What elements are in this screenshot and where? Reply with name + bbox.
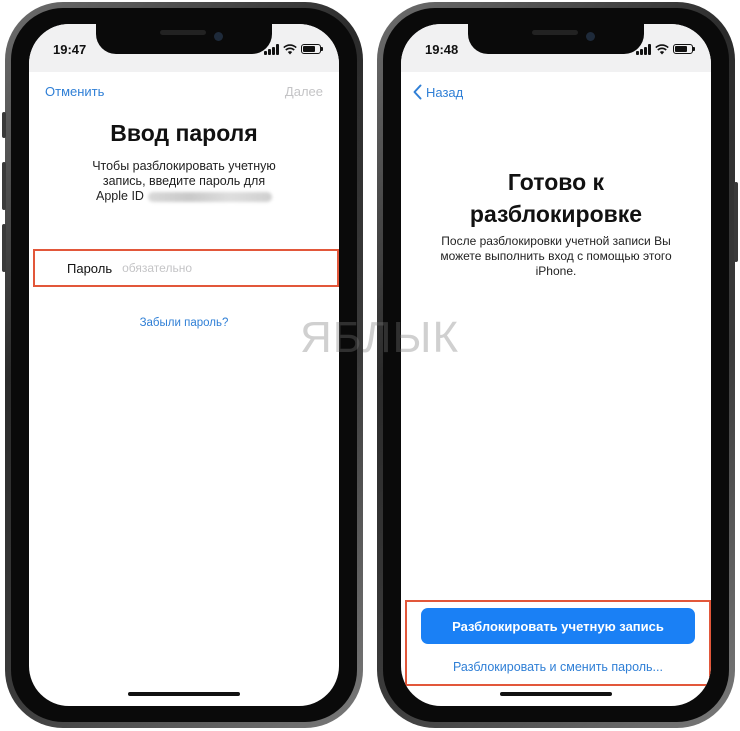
title-line: Готово к — [507, 169, 605, 195]
page-title: Готово к разблокировке — [401, 166, 711, 230]
wifi-icon — [655, 43, 669, 54]
speaker-grille — [160, 30, 206, 35]
notch — [468, 24, 644, 54]
right-phone: 19:48 Назад Готово к разблокировке После… — [377, 2, 738, 728]
front-camera — [214, 32, 223, 41]
battery-icon — [673, 44, 695, 54]
home-indicator — [128, 692, 240, 696]
right-phone-power-button — [734, 182, 738, 262]
next-button[interactable]: Далее — [285, 84, 323, 99]
left-phone-volume-down — [2, 224, 6, 272]
action-area: Разблокировать учетную запись Разблокиро… — [405, 600, 711, 686]
back-label: Назад — [426, 84, 464, 100]
status-time: 19:48 — [425, 42, 459, 57]
front-camera — [586, 32, 595, 41]
description-line: запись, введите пароль для — [102, 174, 266, 188]
left-phone-bezel: 19:47 Отменить Далее Ввод пароля Чтобы р… — [11, 8, 357, 722]
description-line-apple-id: Apple ID — [69, 189, 299, 204]
page-title: Ввод пароля — [110, 120, 258, 146]
home-indicator — [500, 692, 612, 696]
left-phone-action-button — [2, 112, 6, 138]
battery-icon — [301, 44, 323, 54]
forgot-password-link[interactable]: Забыли пароль? — [29, 317, 339, 329]
unlock-and-change-password-link[interactable]: Разблокировать и сменить пароль... — [407, 660, 709, 674]
description-line: Чтобы разблокировать учетную — [92, 159, 276, 173]
description-line: После разблокировки учетной записи Вы — [441, 234, 671, 248]
right-phone-screen: 19:48 Назад Готово к разблокировке После… — [401, 24, 711, 706]
back-button[interactable]: Назад — [413, 84, 463, 100]
status-icons — [264, 42, 323, 56]
cancel-button[interactable]: Отменить — [45, 84, 104, 99]
description-line: iPhone. — [535, 264, 577, 278]
apple-id-label: Apple ID — [96, 189, 144, 203]
description-line: можете выполнить вход с помощью этого — [440, 249, 672, 263]
chevron-left-icon — [413, 84, 422, 100]
left-phone: 19:47 Отменить Далее Ввод пароля Чтобы р… — [2, 2, 363, 728]
page-description: Чтобы разблокировать учетную запись, вве… — [69, 159, 299, 204]
speaker-grille — [532, 30, 578, 35]
right-phone-bezel: 19:48 Назад Готово к разблокировке После… — [383, 8, 729, 722]
left-phone-screen: 19:47 Отменить Далее Ввод пароля Чтобы р… — [29, 24, 339, 706]
password-input[interactable] — [120, 260, 285, 276]
wifi-icon — [283, 43, 297, 54]
unlock-account-button[interactable]: Разблокировать учетную запись — [421, 608, 695, 644]
status-time: 19:47 — [53, 42, 87, 57]
left-phone-volume-up — [2, 162, 6, 210]
status-icons — [636, 42, 695, 56]
watermark-logo: ЯБЛЫК — [300, 313, 460, 362]
password-label: Пароль — [67, 260, 113, 276]
redacted-email — [147, 191, 272, 202]
password-row: Пароль — [33, 249, 339, 287]
title-line: разблокировке — [469, 201, 643, 227]
page-description: После разблокировки учетной записи Вы мо… — [415, 234, 697, 279]
notch — [96, 24, 272, 54]
